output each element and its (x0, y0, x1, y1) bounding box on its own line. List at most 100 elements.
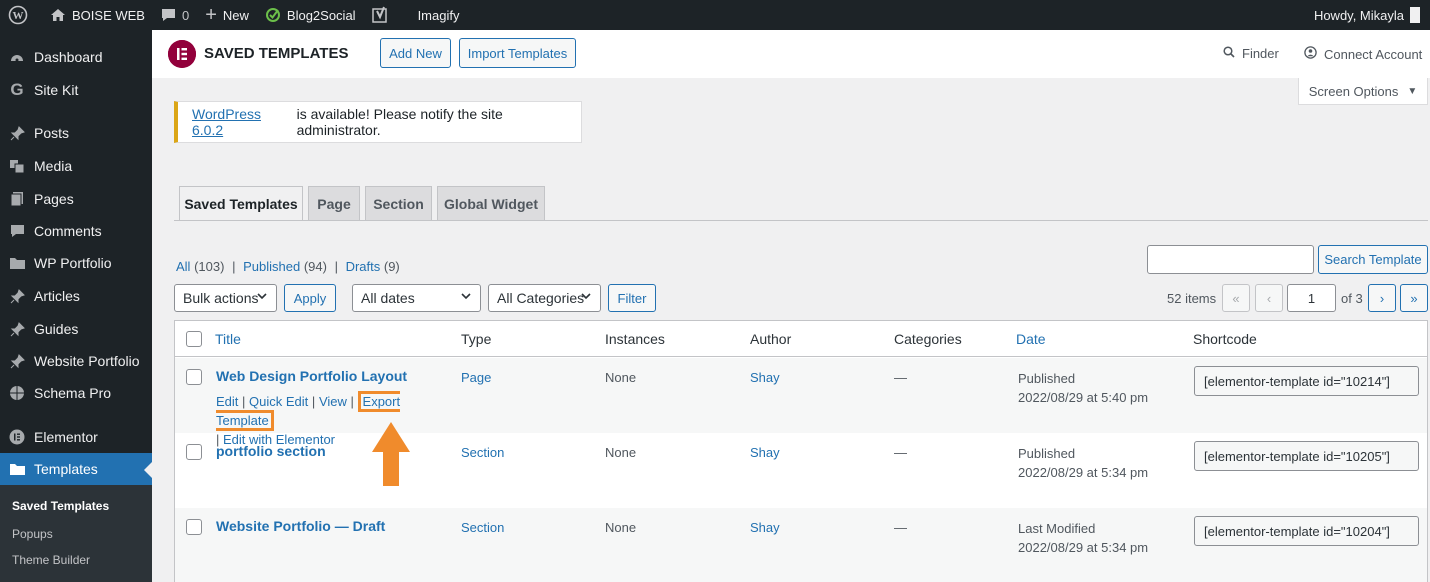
edit-link[interactable]: Edit (216, 394, 238, 409)
categories-value: — (894, 520, 907, 535)
view-all-link[interactable]: All (103) (176, 259, 224, 274)
last-page-button[interactable]: » (1400, 284, 1428, 312)
shortcode-input[interactable]: [elementor-template id="10205"] (1194, 441, 1419, 471)
howdy-text: Howdy, Mikayla (1313, 7, 1404, 23)
separator: | (242, 394, 246, 409)
date-filter-select[interactable]: All dates (352, 284, 481, 312)
row-title-link[interactable]: portfolio section (216, 443, 326, 459)
category-filter-select[interactable]: All Categories (488, 284, 601, 312)
view-published-link[interactable]: Published (94) (243, 259, 327, 274)
column-date[interactable]: Date (1016, 331, 1046, 347)
my-account-link[interactable]: Howdy, Mikayla (1314, 7, 1430, 23)
separator: | (232, 259, 236, 274)
type-link[interactable]: Page (461, 370, 491, 385)
chevron-down-icon (460, 290, 472, 305)
view-label: Published (243, 259, 301, 274)
add-new-button[interactable]: Add New (380, 38, 451, 68)
current-page-input[interactable]: 1 (1287, 284, 1336, 312)
wordpress-update-link[interactable]: WordPress 6.0.2 (192, 106, 293, 138)
row-checkbox[interactable] (186, 519, 202, 535)
sidebar-item-website-portfolio[interactable]: Website Portfolio (0, 345, 152, 377)
sidebar-item-dashboard[interactable]: Dashboard (0, 41, 152, 73)
search-template-button[interactable]: Search Template (1318, 245, 1428, 274)
shortcode-input[interactable]: [elementor-template id="10204"] (1194, 516, 1419, 546)
sidebar-item-label: Media (34, 158, 73, 174)
sidebar-item-label: Website Portfolio (34, 353, 140, 369)
site-name-link[interactable]: BOISE WEB (42, 0, 153, 30)
author-link[interactable]: Shay (750, 370, 780, 385)
connect-account-link[interactable]: Connect Account (1304, 46, 1422, 62)
tab-global-widget[interactable]: Global Widget (437, 186, 545, 220)
search-input[interactable] (1147, 245, 1314, 274)
first-page-button[interactable]: « (1222, 284, 1250, 312)
new-content-link[interactable]: + New (197, 0, 257, 30)
row-title-link[interactable]: Web Design Portfolio Layout (216, 368, 407, 384)
update-notice: WordPress 6.0.2 is available! Please not… (174, 101, 582, 143)
submenu-item-popups[interactable]: Popups (0, 521, 152, 547)
column-instances: Instances (605, 331, 665, 347)
view-drafts-link[interactable]: Drafts (9) (346, 259, 400, 274)
type-link[interactable]: Section (461, 445, 504, 460)
sidebar-item-label: Templates (34, 461, 98, 477)
sidebar-item-media[interactable]: Media (0, 150, 152, 182)
author-link[interactable]: Shay (750, 520, 780, 535)
pages-icon (0, 191, 34, 207)
imagify-label: Imagify (417, 7, 460, 23)
bulk-actions-select[interactable]: Bulk actions (174, 284, 277, 312)
column-author: Author (750, 331, 792, 347)
sidebar-item-elementor[interactable]: Elementor (0, 421, 152, 453)
sidebar-item-articles[interactable]: Articles (0, 280, 152, 312)
select-value: All dates (361, 290, 415, 306)
connect-account-label: Connect Account (1324, 46, 1423, 62)
sidebar-item-site-kit[interactable]: G Site Kit (0, 74, 152, 106)
up-arrow-annotation-icon (372, 422, 410, 486)
row-title-link[interactable]: Website Portfolio — Draft (216, 518, 385, 534)
tab-section[interactable]: Section (365, 186, 432, 220)
select-all-checkbox[interactable] (186, 331, 202, 347)
type-link[interactable]: Section (461, 520, 504, 535)
author-link[interactable]: Shay (750, 445, 780, 460)
row-checkbox[interactable] (186, 444, 202, 460)
screen-options-button[interactable]: Screen Options ▼ (1298, 78, 1428, 105)
sidebar-item-label: Elementor (34, 429, 98, 445)
categories-value: — (894, 445, 907, 460)
templates-table: Title Type Instances Author Categories D… (174, 320, 1428, 582)
apply-button[interactable]: Apply (284, 284, 336, 312)
shortcode-input[interactable]: [elementor-template id="10214"] (1194, 366, 1419, 396)
tab-page[interactable]: Page (308, 186, 360, 220)
sidebar-item-label: Comments (34, 223, 102, 239)
tab-label: Section (373, 195, 424, 212)
sidebar-item-guides[interactable]: Guides (0, 313, 152, 345)
import-templates-button[interactable]: Import Templates (459, 38, 576, 68)
column-type: Type (461, 331, 492, 347)
sidebar-item-schema-pro[interactable]: Schema Pro (0, 377, 152, 409)
comments-count: 0 (181, 7, 190, 23)
status-text: Last Modified (1018, 521, 1096, 536)
submenu-item-saved-templates[interactable]: Saved Templates (0, 493, 152, 519)
view-label: Drafts (345, 259, 381, 274)
wordpress-logo-button[interactable]: W (0, 0, 42, 30)
sidebar-item-templates[interactable]: Templates (0, 453, 152, 485)
sidebar-item-posts[interactable]: Posts (0, 117, 152, 149)
yoast-link[interactable] (364, 0, 404, 30)
row-checkbox[interactable] (186, 369, 202, 385)
sidebar-item-comments[interactable]: Comments (0, 215, 152, 247)
sidebar-item-pages[interactable]: Pages (0, 183, 152, 215)
view-link[interactable]: View (319, 394, 347, 409)
column-title[interactable]: Title (215, 331, 241, 347)
blog2social-icon (265, 7, 281, 23)
next-page-button[interactable]: › (1368, 284, 1396, 312)
sidebar-item-wp-portfolio[interactable]: WP Portfolio (0, 247, 152, 279)
blog2social-link[interactable]: Blog2Social (257, 0, 364, 30)
imagify-link[interactable]: Imagify (404, 0, 468, 30)
previous-page-button[interactable]: ‹ (1255, 284, 1283, 312)
sidebar-item-label: WP Portfolio (34, 255, 112, 271)
comments-link[interactable]: 0 (153, 0, 197, 30)
filter-button[interactable]: Filter (608, 284, 656, 312)
date-text: 2022/08/29 at 5:40 pm (1018, 390, 1149, 405)
submenu-item-theme-builder[interactable]: Theme Builder (0, 547, 152, 573)
tab-label: Page (317, 195, 351, 212)
finder-link[interactable]: Finder (1223, 46, 1279, 61)
quick-edit-link[interactable]: Quick Edit (249, 394, 308, 409)
tab-saved-templates[interactable]: Saved Templates (179, 186, 303, 221)
